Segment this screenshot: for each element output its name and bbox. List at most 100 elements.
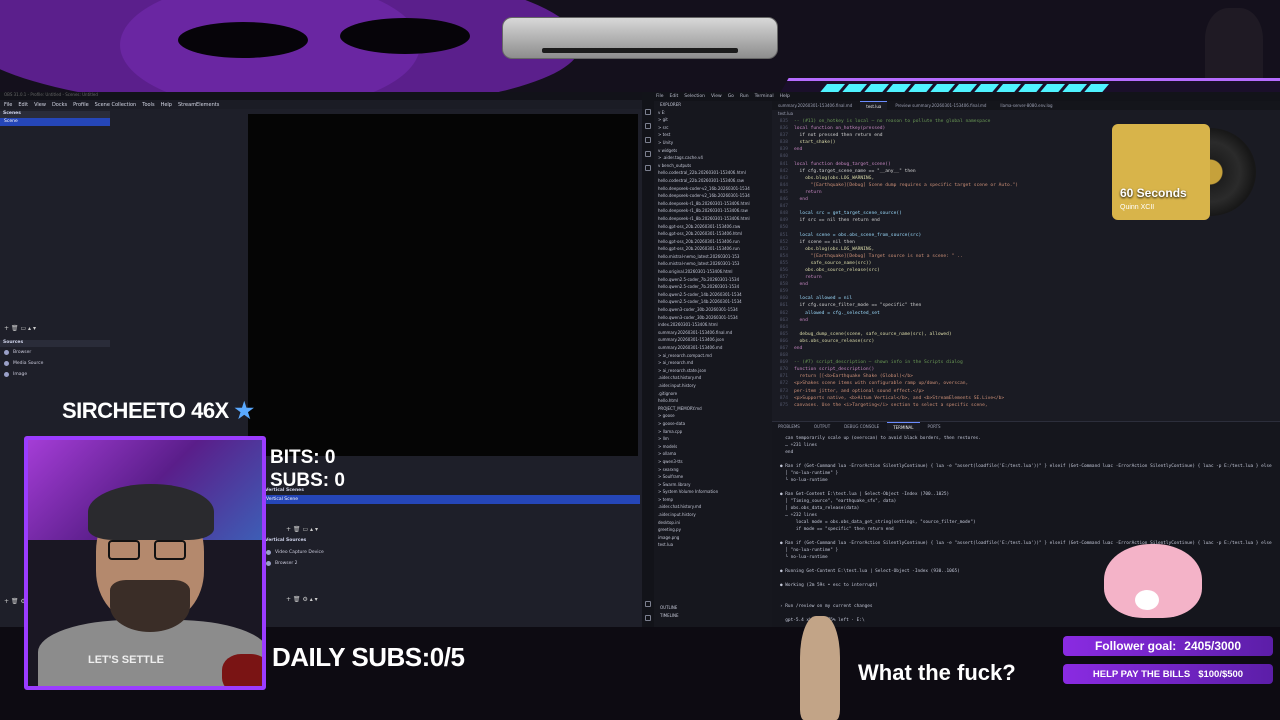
explorer-item[interactable]: > llama.cpp [654,428,772,436]
vsc-menu-run[interactable]: Run [740,94,749,99]
explorer-item[interactable]: desktop.ini [654,519,772,527]
vsc-menu-selection[interactable]: Selection [684,94,705,99]
explorer-item[interactable]: > Unity [654,139,772,147]
explorer-item[interactable]: v widgets [654,147,772,155]
explorer-item[interactable]: > temp [654,496,772,504]
explorer-item[interactable]: hello.qwen3-coder_30b.20260301-1534 [654,306,772,314]
vsc-menu-file[interactable]: File [656,94,664,99]
explorer-item[interactable]: PROJECT_MEMORY.md [654,405,772,413]
explorer-item[interactable]: hello.gpt-oss_20b.20260301-153406.run [654,245,772,253]
vertical-source-video[interactable]: Video Capture Device [262,547,324,558]
search-icon[interactable] [645,123,651,129]
obs-menu-streamelements[interactable]: StreamElements [178,102,219,108]
outline-section[interactable]: OUTLINE [660,604,677,612]
obs-menu-scene-collection[interactable]: Scene Collection [95,102,137,108]
explorer-item[interactable]: > goose [654,412,772,420]
explorer-item[interactable]: > llm [654,435,772,443]
explorer-item[interactable]: > git [654,116,772,124]
explorer-item[interactable]: hello.gpt-oss_20b.20260301-153406.run [654,238,772,246]
vsc-menu-help[interactable]: Help [780,94,790,99]
gear-icon[interactable] [645,615,651,621]
obs-menu-docks[interactable]: Docks [52,102,67,108]
explorer-item[interactable]: hello.gpt-oss_20b.20260301-153406.raw [654,223,772,231]
explorer-item[interactable]: hello.qwen3-coder_30b.20260301-1534 [654,314,772,322]
explorer-item[interactable]: hello.original.20260301-153406.html [654,268,772,276]
explorer-item[interactable]: summary.20260301-153406.final.md [654,329,772,337]
source-item-media[interactable]: Media Source [0,358,110,369]
explorer-item[interactable]: > ollama [654,450,772,458]
source-item-image[interactable]: Image [0,369,110,380]
explorer-item[interactable]: greeting.py [654,526,772,534]
explorer-item[interactable]: > goose-data [654,420,772,428]
explorer-item[interactable]: .gitignore [654,390,772,398]
explorer-item[interactable]: summary.20260301-153406.json [654,336,772,344]
explorer-item[interactable]: hello.codestral_22b.20260301-153406.raw [654,177,772,185]
explorer-item[interactable]: hello.deepseek-coder-v2_16b.20260301-153… [654,185,772,193]
explorer-item[interactable]: test.lua [654,541,772,549]
explorer-item[interactable]: .aider.input.history [654,382,772,390]
panel-tab-ports[interactable]: PORTS [922,422,947,431]
explorer-item[interactable]: hello.deepseek-r1_8b.20260301-153406.htm… [654,200,772,208]
obs-menu-tools[interactable]: Tools [142,102,154,108]
explorer-item[interactable]: hello.deepseek-r1_8b.20260301-153406.raw [654,207,772,215]
vertical-source-controls[interactable]: + 🗑 ⚙ ▴ ▾ [286,596,318,603]
panel-tab-debug[interactable]: DEBUG CONSOLE [838,422,885,431]
tab-preview-summary[interactable]: Preview summary.20260301-153406.final.md [889,101,992,110]
explorer-item[interactable]: > src [654,124,772,132]
explorer-item[interactable]: image.png [654,534,772,542]
explorer-item[interactable]: > models [654,443,772,451]
tab-test-lua[interactable]: test.lua [860,101,888,110]
scene-add-button[interactable]: + 🗑 ▭ ▴ ▾ [4,325,36,332]
explorer-item[interactable]: > Swarm.library [654,481,772,489]
vsc-menu-view[interactable]: View [711,94,722,99]
obs-preview-canvas[interactable] [248,114,638,456]
explorer-item[interactable]: .aider.input.history [654,511,772,519]
explorer-item[interactable]: hello.mistral-nemo_latest.20260301-153 [654,260,772,268]
explorer-item[interactable]: hello.qwen2.5-coder_7b.20260301-1534 [654,276,772,284]
explorer-item[interactable]: v bench_outputs [654,162,772,170]
vsc-menu-go[interactable]: Go [728,94,734,99]
explorer-item[interactable]: hello.qwen2.5-coder_7b.20260301-1534 [654,283,772,291]
explorer-item[interactable]: index.20260301-153406.html [654,321,772,329]
explorer-item[interactable]: > .aider.tags.cache.v4 [654,154,772,162]
obs-menu-view[interactable]: View [34,102,46,108]
terminal-panel[interactable]: PROBLEMS OUTPUT DEBUG CONSOLE TERMINAL P… [772,421,1280,627]
explorer-item[interactable]: > ai_research.md [654,359,772,367]
explorer-item[interactable]: > Soulframe [654,473,772,481]
panel-tab-output[interactable]: OUTPUT [808,422,836,431]
explorer-item[interactable]: hello.codestral_22b.20260301-153406.html [654,169,772,177]
vsc-menu-edit[interactable]: Edit [670,94,679,99]
explorer-item[interactable]: hello.mistral-nemo_latest.20260301-153 [654,253,772,261]
explorer-item[interactable]: > qwen3-tts [654,458,772,466]
obs-menu-profile[interactable]: Profile [73,102,89,108]
run-debug-icon[interactable] [645,151,651,157]
explorer-item[interactable]: .aider.chat.history.md [654,503,772,511]
timeline-section[interactable]: TIMELINE [660,612,679,620]
explorer-item[interactable]: hello.qwen2.5-coder_14b.20260301-1534 [654,291,772,299]
explorer-item[interactable]: > ai_research.compact.md [654,352,772,360]
vsc-menu-terminal[interactable]: Terminal [755,94,774,99]
scene-item-scene[interactable]: Scene [0,118,110,126]
vertical-scene-controls[interactable]: + 🗑 ▭ ▴ ▾ [286,526,318,533]
explorer-item[interactable]: > ai_research.state.json [654,367,772,375]
panel-tab-problems[interactable]: PROBLEMS [772,422,806,431]
tab-summary[interactable]: summary.20260301-153406.final.md [772,101,858,110]
source-item-browser[interactable]: Browser [0,347,110,358]
explorer-item[interactable]: > test [654,131,772,139]
explorer-item[interactable]: hello.gpt-oss_20b.20260301-153406.html [654,230,772,238]
obs-menu-file[interactable]: File [4,102,12,108]
extensions-icon[interactable] [645,165,651,171]
files-icon[interactable] [645,109,651,115]
obs-menu-edit[interactable]: Edit [18,102,28,108]
explorer-item[interactable]: > searxng [654,466,772,474]
explorer-item[interactable]: hello.deepseek-r1_8b.20260301-153406.htm… [654,215,772,223]
explorer-item[interactable]: v E: [654,109,772,117]
vertical-scene-item[interactable]: Vertical Scene [262,495,640,504]
tab-llama-log[interactable]: llama-server-8080.env.log [994,101,1058,110]
explorer-item[interactable]: hello.deepseek-coder-v2_16b.20260301-153… [654,192,772,200]
account-icon[interactable] [645,601,651,607]
obs-menu-help[interactable]: Help [161,102,172,108]
explorer-item[interactable]: summary.20260301-153406.md [654,344,772,352]
explorer-item[interactable]: > System Volume Information [654,488,772,496]
explorer-item[interactable]: hello.qwen2.5-coder_14b.20260301-1534 [654,298,772,306]
